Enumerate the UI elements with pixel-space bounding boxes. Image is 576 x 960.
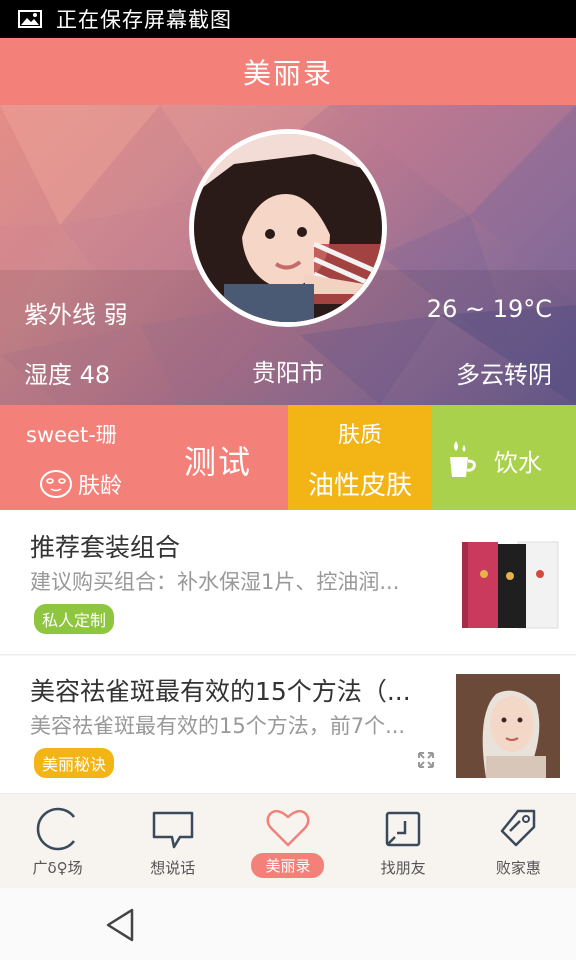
expand-icon[interactable]	[418, 752, 434, 768]
product-thumbnail	[462, 541, 559, 629]
status-text: 正在保存屏幕截图	[56, 8, 232, 32]
username: sweet-珊	[26, 423, 117, 447]
water-cup-icon	[450, 441, 476, 477]
tag-badge: 美丽秘诀	[34, 748, 115, 778]
skin-test-panel[interactable]: sweet-珊 肤龄 测试	[0, 405, 288, 510]
mask-face-icon	[40, 470, 72, 498]
feature-band: sweet-珊 肤龄 测试 肤质 油性皮肤 饮水	[0, 405, 576, 510]
tab-friends[interactable]: 找朋友	[346, 795, 461, 888]
circle-icon	[36, 807, 75, 851]
skin-age-label: 肤龄	[78, 474, 123, 499]
uv-index: 紫外线 弱	[24, 301, 128, 329]
weather-condition: 多云转阴	[456, 361, 552, 389]
temperature: 26 ~ 19°C	[426, 295, 552, 323]
list-item[interactable]: 美容祛雀斑最有效的15个方法（... 美容祛雀斑最有效的15个方法，前7个...…	[0, 656, 576, 794]
skin-type-value: 油性皮肤	[307, 471, 412, 501]
avatar-photo	[194, 134, 382, 322]
skin-age: 肤龄	[38, 468, 122, 500]
speech-bubble-icon	[152, 811, 194, 849]
page-title: 美丽录	[242, 56, 333, 90]
tab-label: 美丽录	[251, 853, 325, 878]
tag-badge: 私人定制	[34, 604, 115, 634]
article-thumbnail	[456, 674, 560, 778]
card-description: 建议购买组合：补水保湿1片、控油润...	[30, 570, 400, 594]
tab-label: 想说话	[150, 859, 196, 877]
water-panel[interactable]: 饮水	[432, 405, 576, 510]
card-description: 美容祛雀斑最有效的15个方法，前7个...	[30, 714, 406, 738]
image-icon	[18, 10, 42, 28]
system-nav-bar	[0, 888, 576, 960]
avatar[interactable]	[189, 129, 387, 327]
list-item[interactable]: 推荐套装组合 建议购买组合：补水保湿1片、控油润... 私人定制	[0, 510, 576, 655]
tab-label: 败家惠	[495, 859, 541, 877]
card-title: 美容祛雀斑最有效的15个方法（...	[30, 677, 411, 706]
skin-type-label: 肤质	[337, 423, 382, 448]
tab-deals[interactable]: 败家惠	[461, 795, 576, 888]
tag-icon	[501, 809, 536, 847]
water-label: 饮水	[494, 449, 542, 477]
test-button[interactable]: 测试	[184, 437, 252, 483]
tab-label: 找朋友	[380, 859, 426, 877]
profile-hero: 紫外线 弱 26 ~ 19°C 湿度 48 贵阳市 多云转阴	[0, 105, 576, 405]
status-bar: 正在保存屏幕截图	[0, 0, 576, 38]
heart-icon	[266, 809, 310, 847]
tab-chat[interactable]: 想说话	[115, 795, 230, 888]
tab-square[interactable]: 广δ♀场	[0, 795, 115, 888]
bottom-tab-bar: 广δ♀场 想说话 美丽录 找朋友 败家惠	[0, 795, 576, 888]
card-title: 推荐套装组合	[30, 533, 181, 562]
skin-type-panel[interactable]: 肤质 油性皮肤	[288, 405, 432, 510]
title-bar: 美丽录	[0, 38, 576, 105]
friend-icon	[385, 811, 421, 847]
back-icon[interactable]	[104, 908, 136, 942]
tab-label: 广δ♀场	[32, 859, 83, 877]
tab-beauty[interactable]: 美丽录	[230, 795, 345, 888]
